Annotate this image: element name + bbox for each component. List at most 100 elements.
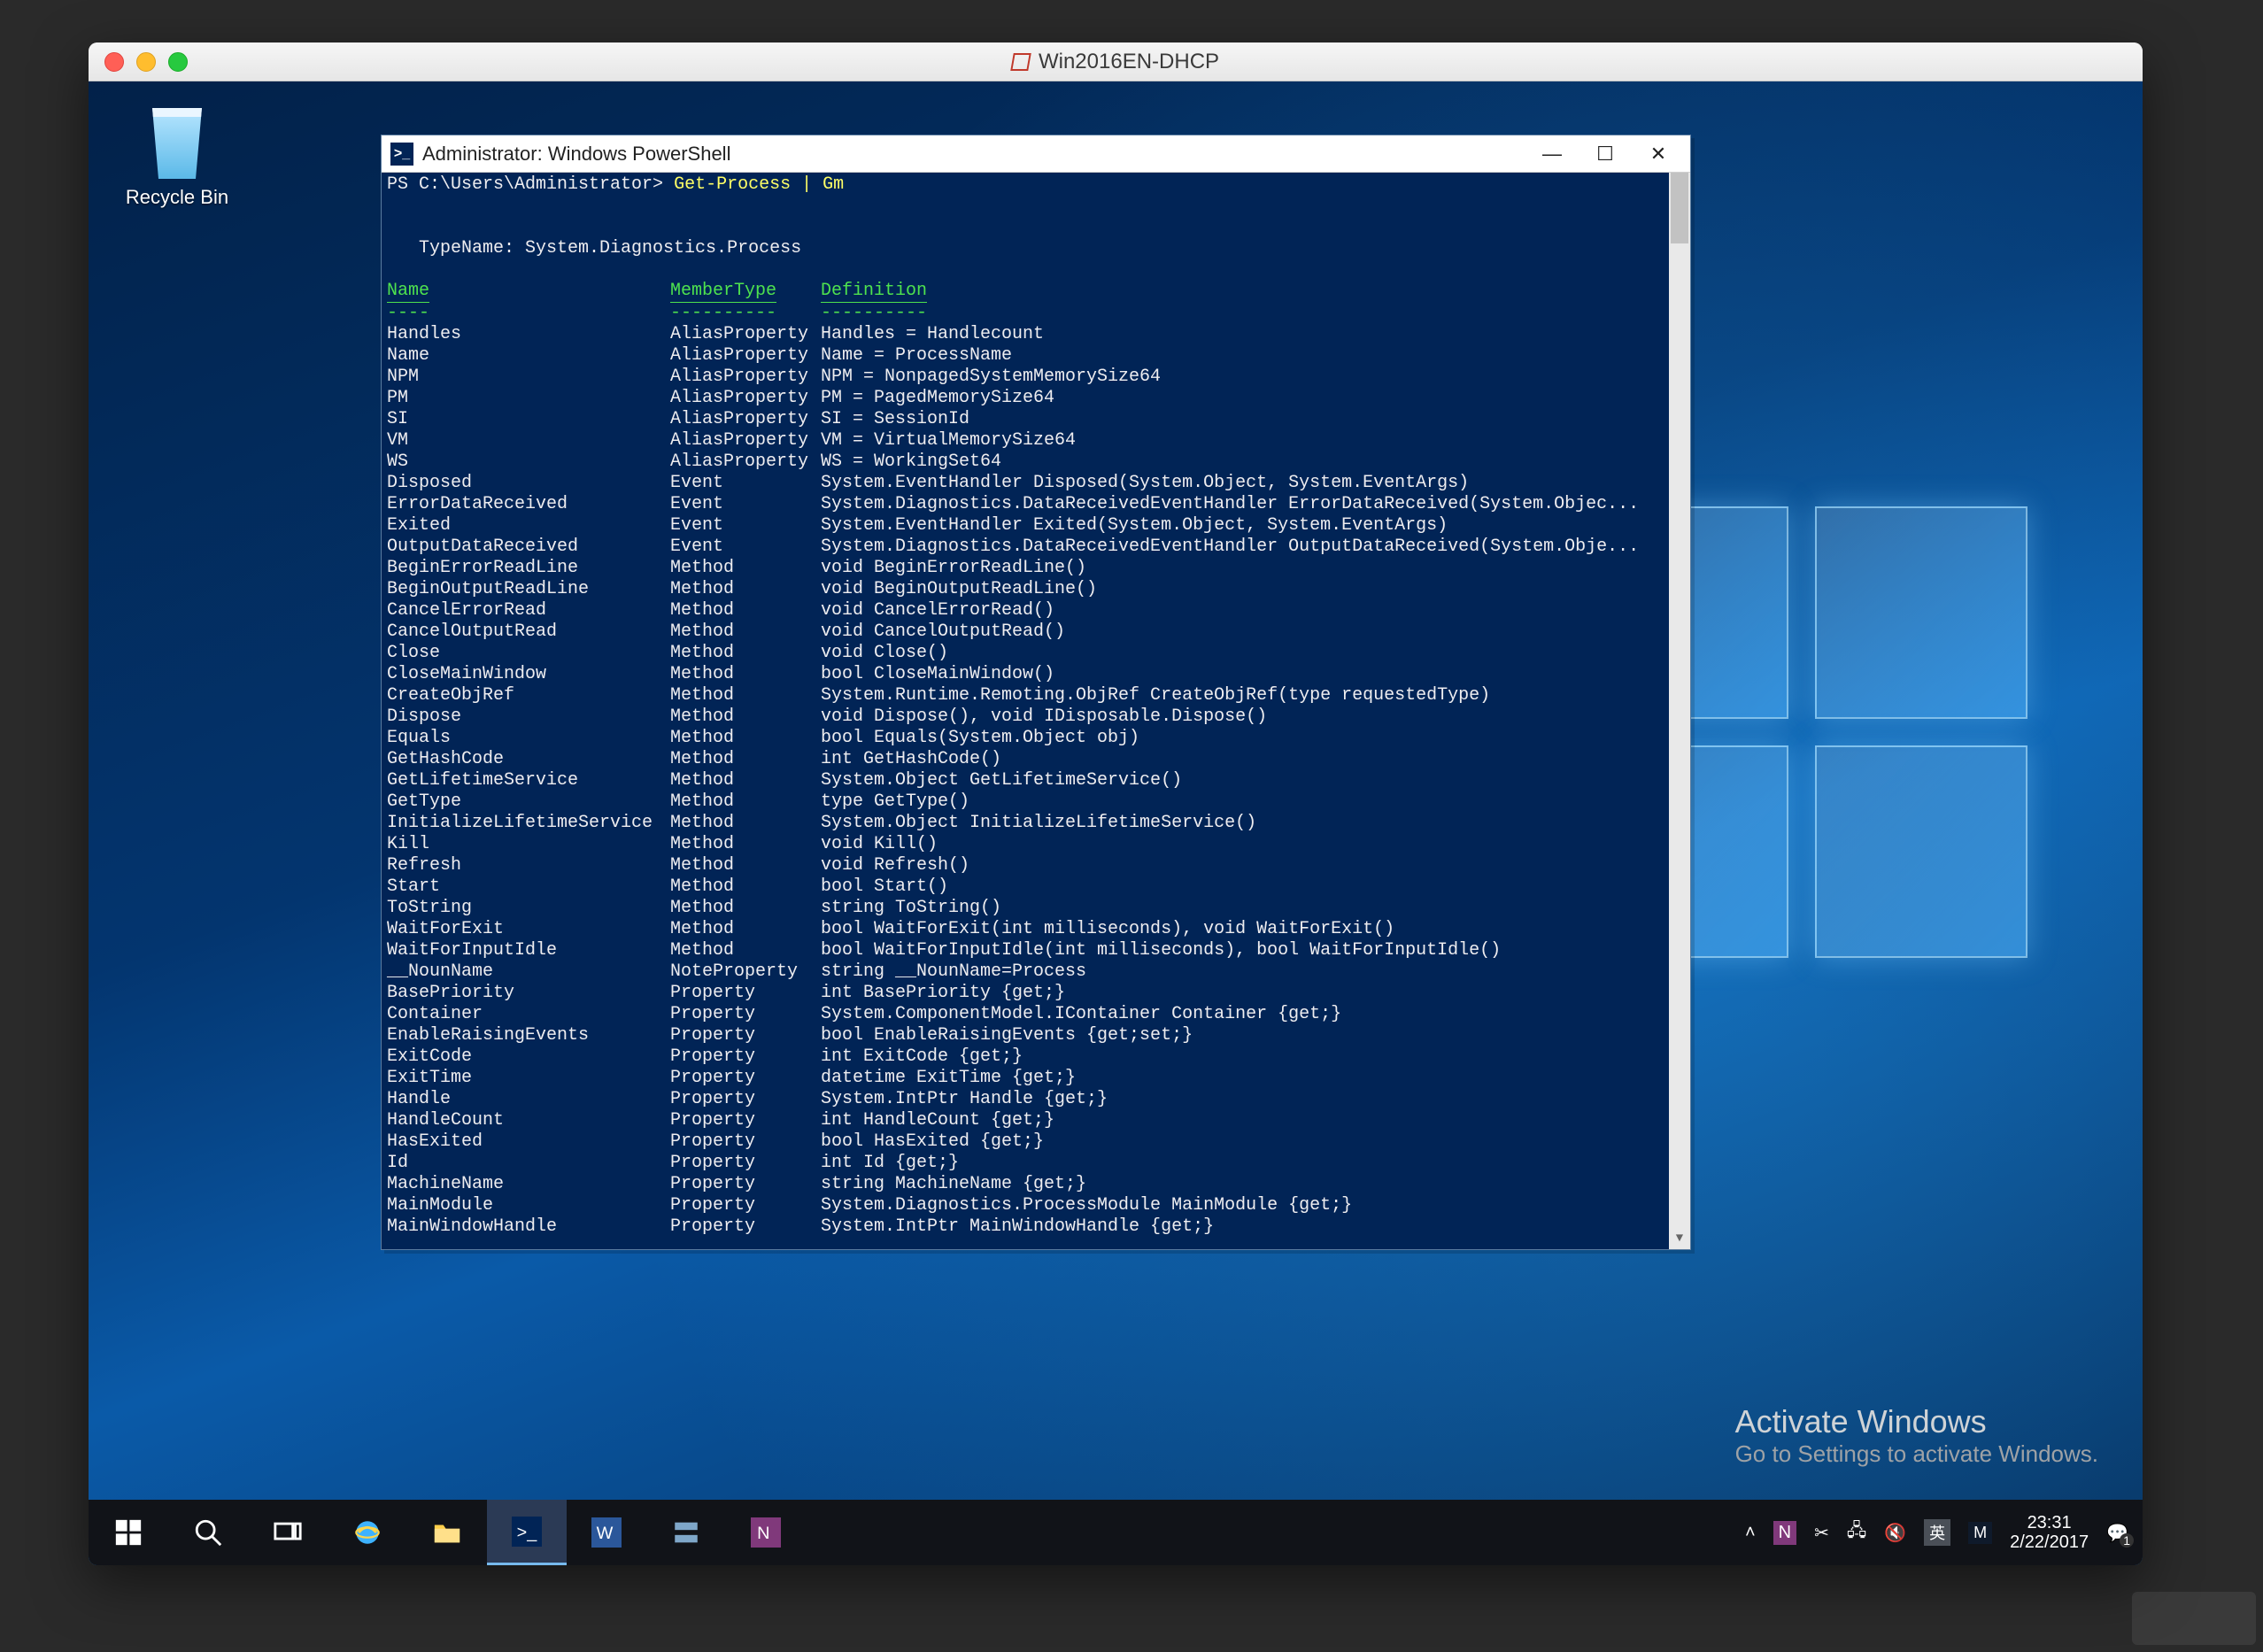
mac-titlebar[interactable]: Win2016EN-DHCP: [89, 42, 2143, 81]
ps-row-type: NoteProperty: [670, 961, 821, 983]
ps-row-name: ToString: [387, 898, 670, 919]
notification-badge: 1: [2120, 1533, 2134, 1548]
task-view-icon: [273, 1517, 303, 1548]
start-button[interactable]: [89, 1500, 168, 1565]
ps-row: ContainerPropertySystem.ComponentModel.I…: [387, 1004, 1664, 1025]
task-view-button[interactable]: [248, 1500, 328, 1565]
taskbar[interactable]: >_ W N ˄ N ✂ 🖧 🔇 英: [89, 1500, 2143, 1565]
ps-row-def: WS = WorkingSet64: [821, 452, 1664, 473]
ps-row: CancelOutputReadMethodvoid CancelOutputR…: [387, 621, 1664, 643]
ps-row-type: Property: [670, 1089, 821, 1110]
ps-row-name: ErrorDataReceived: [387, 494, 670, 515]
minimize-button[interactable]: —: [1525, 135, 1579, 173]
ps-row: SIAliasPropertySI = SessionId: [387, 409, 1664, 430]
search-button[interactable]: [168, 1500, 248, 1565]
powershell-title: Administrator: Windows PowerShell: [422, 143, 1525, 166]
ps-row-name: Kill: [387, 834, 670, 855]
ps-row-name: CancelErrorRead: [387, 600, 670, 621]
ps-row-name: OutputDataReceived: [387, 537, 670, 558]
ps-row-name: Name: [387, 345, 670, 367]
scrollbar[interactable]: ▲ ▼: [1669, 173, 1690, 1249]
windows-desktop[interactable]: Recycle Bin >_ Administrator: Windows Po…: [89, 81, 2143, 1565]
ps-row-name: GetLifetimeService: [387, 770, 670, 791]
mac-window-title: Win2016EN-DHCP: [89, 50, 2143, 74]
ps-row-def: System.Diagnostics.ProcessModule MainMod…: [821, 1195, 1664, 1216]
ps-row-type: Method: [670, 770, 821, 791]
clock[interactable]: 23:31 2/22/2017: [2010, 1513, 2089, 1552]
ps-row-type: Method: [670, 706, 821, 728]
ps-row: ExitCodePropertyint ExitCode {get;}: [387, 1046, 1664, 1068]
ps-row: WaitForExitMethodbool WaitForExit(int mi…: [387, 919, 1664, 940]
volume-tray-icon[interactable]: 🔇: [1884, 1522, 1906, 1544]
onenote-tray-icon[interactable]: N: [1773, 1521, 1796, 1545]
ps-row-name: ExitCode: [387, 1046, 670, 1068]
close-button[interactable]: ✕: [1632, 135, 1685, 173]
ps-row-def: string __NounName=Process: [821, 961, 1664, 983]
ps-row: BeginOutputReadLineMethodvoid BeginOutpu…: [387, 579, 1664, 600]
ps-row-name: CloseMainWindow: [387, 664, 670, 685]
ps-row-name: SI: [387, 409, 670, 430]
ps-row-type: Method: [670, 579, 821, 600]
powershell-taskbar-button[interactable]: >_: [487, 1500, 567, 1565]
scroll-thumb[interactable]: [1671, 173, 1688, 243]
ps-row-name: Container: [387, 1004, 670, 1025]
server-manager-button[interactable]: [646, 1500, 726, 1565]
powershell-window[interactable]: >_ Administrator: Windows PowerShell — ☐…: [381, 135, 1691, 1250]
ps-row-type: Property: [670, 1004, 821, 1025]
ps-row-def: void Refresh(): [821, 855, 1664, 876]
recycle-bin-icon[interactable]: Recycle Bin: [115, 108, 239, 209]
ie-button[interactable]: [328, 1500, 407, 1565]
ps-row: OutputDataReceivedEventSystem.Diagnostic…: [387, 537, 1664, 558]
clock-time: 23:31: [2010, 1513, 2089, 1532]
ime-mode-button[interactable]: M: [1968, 1522, 1992, 1544]
ps-row-def: string MachineName {get;}: [821, 1174, 1664, 1195]
svg-text:>_: >_: [517, 1523, 538, 1542]
powershell-titlebar[interactable]: >_ Administrator: Windows PowerShell — ☐…: [382, 135, 1690, 173]
ps-row-type: AliasProperty: [670, 430, 821, 452]
ps-row-def: int ExitCode {get;}: [821, 1046, 1664, 1068]
ps-row: ExitTimePropertydatetime ExitTime {get;}: [387, 1068, 1664, 1089]
word-icon: W: [591, 1517, 622, 1548]
ps-row-def: void Kill(): [821, 834, 1664, 855]
powershell-icon: >_: [390, 143, 413, 166]
snip-tray-icon[interactable]: ✂: [1814, 1522, 1829, 1544]
system-tray[interactable]: ˄ N ✂ 🖧 🔇 英 M 23:31 2/22/2017 💬 1: [1731, 1513, 2143, 1552]
ps-row-name: GetType: [387, 791, 670, 813]
trash-icon: [146, 108, 208, 179]
ps-row-name: Dispose: [387, 706, 670, 728]
ps-row-type: AliasProperty: [670, 345, 821, 367]
ps-row-def: System.Runtime.Remoting.ObjRef CreateObj…: [821, 685, 1664, 706]
onenote-icon: N: [751, 1517, 781, 1548]
ps-row-def: datetime ExitTime {get;}: [821, 1068, 1664, 1089]
ps-row-def: void CancelOutputRead(): [821, 621, 1664, 643]
ps-row-def: System.Object GetLifetimeService(): [821, 770, 1664, 791]
ps-row-def: bool WaitForExit(int milliseconds), void…: [821, 919, 1664, 940]
ps-row-def: int BasePriority {get;}: [821, 983, 1664, 1004]
word-button[interactable]: W: [567, 1500, 646, 1565]
onenote-button[interactable]: N: [726, 1500, 806, 1565]
ps-row-name: VM: [387, 430, 670, 452]
file-explorer-button[interactable]: [407, 1500, 487, 1565]
ps-row: RefreshMethodvoid Refresh(): [387, 855, 1664, 876]
ps-row-def: System.EventHandler Disposed(System.Obje…: [821, 473, 1664, 494]
ps-row-def: int Id {get;}: [821, 1153, 1664, 1174]
activate-subtitle: Go to Settings to activate Windows.: [1735, 1440, 2098, 1468]
ps-row-name: MainModule: [387, 1195, 670, 1216]
ps-row-def: string ToString(): [821, 898, 1664, 919]
ps-row: ExitedEventSystem.EventHandler Exited(Sy…: [387, 515, 1664, 537]
ps-row-name: Equals: [387, 728, 670, 749]
ps-row: MainWindowHandlePropertySystem.IntPtr Ma…: [387, 1216, 1664, 1238]
ps-row-name: PM: [387, 388, 670, 409]
ime-language-button[interactable]: 英: [1924, 1519, 1950, 1546]
action-center-button[interactable]: 💬 1: [2106, 1522, 2128, 1544]
ps-row: CancelErrorReadMethodvoid CancelErrorRea…: [387, 600, 1664, 621]
ps-row-name: WaitForExit: [387, 919, 670, 940]
ps-header-underline: ------------------------: [387, 303, 1664, 324]
tray-overflow-button[interactable]: ˄: [1745, 1523, 1756, 1543]
maximize-button[interactable]: ☐: [1579, 135, 1632, 173]
ps-row-def: bool EnableRaisingEvents {get;set;}: [821, 1025, 1664, 1046]
scroll-down-button[interactable]: ▼: [1669, 1228, 1690, 1249]
network-tray-icon[interactable]: 🖧: [1847, 1517, 1866, 1548]
ps-row-type: Property: [670, 1046, 821, 1068]
powershell-console[interactable]: PS C:\Users\Administrator> Get-Process |…: [382, 173, 1690, 1249]
